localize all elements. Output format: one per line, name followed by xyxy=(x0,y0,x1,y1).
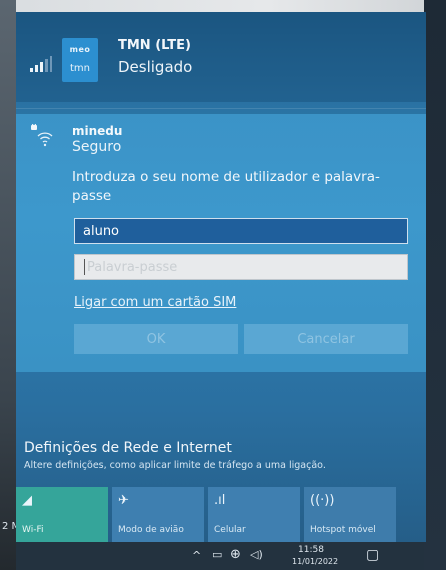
password-field[interactable] xyxy=(74,254,408,280)
cancel-button[interactable]: Cancelar xyxy=(244,324,408,354)
clock-time[interactable]: 11:58 xyxy=(298,545,324,555)
screen: 2 M meo tmn TMN (LTE) Desligado minedu S… xyxy=(0,0,446,570)
cellular-network-status: Desligado xyxy=(118,58,193,76)
network-settings-link[interactable]: Definições de Rede e Internet xyxy=(24,440,232,456)
carrier-logo-bottom-text: tmn xyxy=(70,63,90,74)
wifi-toggle-tile[interactable]: ◢ Wi-Fi xyxy=(16,487,108,542)
wifi-network-status: Seguro xyxy=(72,139,122,155)
network-settings-description: Altere definições, como aplicar limite d… xyxy=(24,460,326,471)
clock-date[interactable]: 11/01/2022 xyxy=(292,557,338,566)
text-caret xyxy=(84,259,85,275)
cellular-icon: .ıl xyxy=(214,493,226,508)
cellular-network-item[interactable]: meo tmn TMN (LTE) Desligado xyxy=(16,12,426,102)
network-globe-icon[interactable]: ⊕ xyxy=(230,547,241,562)
ok-button[interactable]: OK xyxy=(74,324,238,354)
tile-label: Modo de avião xyxy=(118,525,184,535)
cellular-signal-icon xyxy=(30,56,52,72)
connect-with-sim-link[interactable]: Ligar com um cartão SIM xyxy=(74,295,236,310)
tile-label: Hotspot móvel xyxy=(310,525,376,535)
carrier-logo: meo tmn xyxy=(62,38,98,82)
cellular-network-name: TMN (LTE) xyxy=(118,38,191,53)
tile-label: Wi-Fi xyxy=(22,525,44,535)
taskbar: ^ ▭ ⊕ ◁) 11:58 11/01/2022 ▢ xyxy=(16,542,424,570)
desktop-top-edge xyxy=(0,0,446,12)
wifi-network-name: minedu xyxy=(72,124,123,138)
mobile-hotspot-tile[interactable]: ((·)) Hotspot móvel xyxy=(304,487,396,542)
airplane-mode-tile[interactable]: ✈ Modo de avião xyxy=(112,487,204,542)
wifi-icon: ◢ xyxy=(22,493,32,508)
cellular-toggle-tile[interactable]: .ıl Celular xyxy=(208,487,300,542)
notification-center-icon[interactable]: ▢ xyxy=(366,547,379,563)
airplane-icon: ✈ xyxy=(118,493,129,508)
divider xyxy=(16,108,426,109)
secured-wifi-icon xyxy=(31,124,53,147)
hotspot-icon: ((·)) xyxy=(310,493,335,508)
wifi-network-item-selected: minedu Seguro Introduza o seu nome de ut… xyxy=(16,114,426,372)
tile-label: Celular xyxy=(214,525,246,535)
carrier-logo-top-text: meo xyxy=(69,45,91,54)
credentials-prompt: Introduza o seu nome de utilizador e pal… xyxy=(72,169,380,204)
show-hidden-icons-chevron-icon[interactable]: ^ xyxy=(192,549,201,562)
quick-action-tiles: ◢ Wi-Fi ✈ Modo de avião .ıl Celular ((·)… xyxy=(16,487,426,542)
volume-icon[interactable]: ◁) xyxy=(250,548,263,561)
username-field[interactable] xyxy=(74,218,408,244)
battery-icon[interactable]: ▭ xyxy=(212,548,222,561)
desktop-left-edge xyxy=(0,0,16,570)
desktop-right-edge xyxy=(424,0,446,570)
